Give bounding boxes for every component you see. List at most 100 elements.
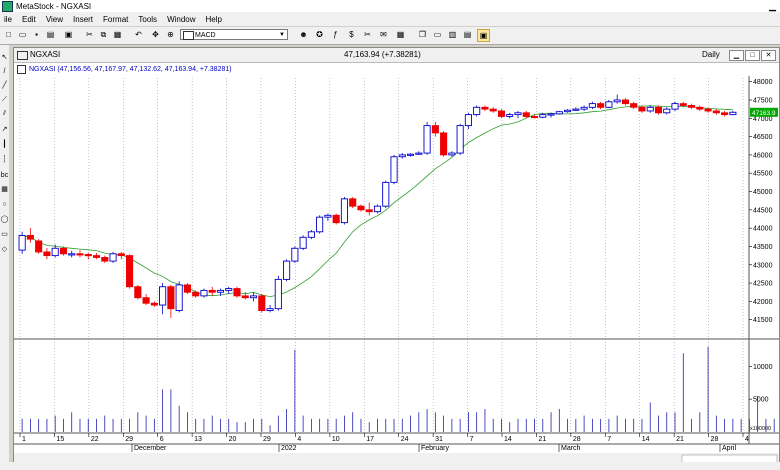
move-icon[interactable]: ✥ <box>150 29 161 40</box>
menu-tools[interactable]: Tools <box>134 15 163 24</box>
candle-body <box>473 106 481 116</box>
channel-icon[interactable]: ⫽ <box>0 109 9 119</box>
minimize-icon[interactable]: ▁ <box>769 1 776 11</box>
function-icon[interactable]: ƒ <box>330 29 341 40</box>
time-axis-label: 1 <box>22 436 26 443</box>
indicator-combo[interactable]: MACD ▼ <box>180 29 288 40</box>
candle-body <box>440 132 448 156</box>
candle-body <box>51 247 59 257</box>
symbol-tool-icon[interactable]: ◇ <box>0 245 9 255</box>
print-preview-icon[interactable]: ▣ <box>63 29 74 40</box>
candle-body <box>332 214 340 224</box>
candle-body <box>249 295 258 299</box>
new-file-icon[interactable]: □ <box>3 29 14 40</box>
system-tester-icon[interactable]: $ <box>346 29 357 40</box>
candle-body <box>316 216 324 233</box>
month-label: December <box>134 445 167 452</box>
window-controls: ▁ <box>769 1 776 11</box>
fibonacci-icon[interactable]: ┃ <box>0 140 9 150</box>
menu-view[interactable]: View <box>42 15 69 24</box>
price-axis-label: 43000 <box>753 262 773 269</box>
month-label: April <box>722 445 736 452</box>
time-axis-label: 10 <box>332 436 340 443</box>
time-axis-label: 4 <box>745 436 749 443</box>
price-axis-label: 41500 <box>753 317 773 324</box>
candle-body <box>547 113 555 116</box>
time-axis-label: 17 <box>366 436 374 443</box>
chevron-down-icon[interactable]: ▼ <box>277 30 287 39</box>
menu-file[interactable]: ile <box>0 15 18 24</box>
cut-icon[interactable]: ✂ <box>84 29 95 40</box>
open-folder-icon[interactable]: ▭ <box>17 29 28 40</box>
time-axis-label: 14 <box>642 436 650 443</box>
price-axis-label: 46000 <box>753 152 773 159</box>
print-icon[interactable]: ▤ <box>45 29 56 40</box>
candle-body <box>26 235 34 240</box>
menu-help[interactable]: Help <box>202 15 228 24</box>
candle-body <box>671 103 679 110</box>
candle-body <box>233 288 241 297</box>
candle-body <box>382 181 390 207</box>
arrow-tool-icon[interactable]: ↗ <box>0 125 9 135</box>
copy-icon[interactable]: ⧉ <box>98 29 109 40</box>
expert-icon[interactable]: ☻ <box>298 29 309 40</box>
menu-window[interactable]: Window <box>163 15 201 24</box>
time-axis-label: 29 <box>125 436 133 443</box>
scissors-tool-icon[interactable]: ✂ <box>362 29 373 40</box>
paste-icon[interactable]: ▦ <box>112 29 123 40</box>
rectangle-tool-icon[interactable]: ▭ <box>0 230 9 240</box>
ray-icon[interactable]: ⟋ <box>0 95 9 105</box>
price-axis-label: 42000 <box>753 299 773 306</box>
candle-body <box>365 209 373 213</box>
month-label: March <box>561 445 581 452</box>
save-icon[interactable]: ▪ <box>31 29 42 40</box>
active-layout-icon[interactable]: ▣ <box>477 29 490 42</box>
tile-vertical-icon[interactable]: ▥ <box>447 29 458 40</box>
candle-body <box>621 99 629 105</box>
status-bar <box>0 462 780 470</box>
trendline-icon[interactable]: / <box>0 67 9 77</box>
time-axis-label: 24 <box>401 436 409 443</box>
candle-body <box>721 112 729 116</box>
time-axis-label: 31 <box>435 436 443 443</box>
candle-body <box>183 284 191 293</box>
candle-body <box>712 110 720 114</box>
candle-body <box>18 235 26 251</box>
explorer-icon[interactable]: ✪ <box>314 29 325 40</box>
time-axis-label: 20 <box>229 436 237 443</box>
line-icon[interactable]: ╱ <box>0 81 9 91</box>
time-axis-label: 21 <box>676 436 684 443</box>
candle-body <box>555 111 563 115</box>
undo-icon[interactable]: ↶ <box>133 29 144 40</box>
ellipse-tool-icon[interactable]: ○ <box>0 200 9 210</box>
candle-body <box>580 106 588 110</box>
pointer-icon[interactable]: ↖ <box>0 53 9 63</box>
candle-body <box>373 205 382 213</box>
grid-icon[interactable]: ▦ <box>395 29 406 40</box>
price-axis-label: 44500 <box>753 207 773 214</box>
candle-body <box>696 106 704 110</box>
price-chart[interactable]: 4800047500470004650046000455004500044500… <box>14 48 779 469</box>
cascade-icon[interactable]: ❐ <box>417 29 428 40</box>
grid-tool-icon[interactable]: ▦ <box>0 185 9 195</box>
zoom-icon[interactable]: ⊕ <box>165 29 176 40</box>
news-icon[interactable]: ✉ <box>378 29 389 40</box>
candle-body <box>340 198 348 224</box>
menu-format[interactable]: Format <box>99 15 134 24</box>
candle-body <box>398 154 406 158</box>
candle-body <box>613 99 621 103</box>
menu-insert[interactable]: Insert <box>69 15 99 24</box>
tile-horizontal-icon[interactable]: ▭ <box>432 29 443 40</box>
price-axis-label: 42500 <box>753 281 773 288</box>
text-tool-icon[interactable]: bc <box>0 171 9 181</box>
gann-icon[interactable]: ┆ <box>0 155 9 165</box>
month-label: February <box>421 445 450 452</box>
candle-body <box>489 108 497 112</box>
candle-body <box>101 256 109 262</box>
menu-edit[interactable]: Edit <box>18 15 42 24</box>
circle-tool-icon[interactable]: ◯ <box>0 215 9 225</box>
candle-body <box>307 231 315 238</box>
candle-body <box>134 286 142 299</box>
tile-icon[interactable]: ▤ <box>462 29 473 40</box>
candle-body <box>564 109 572 113</box>
